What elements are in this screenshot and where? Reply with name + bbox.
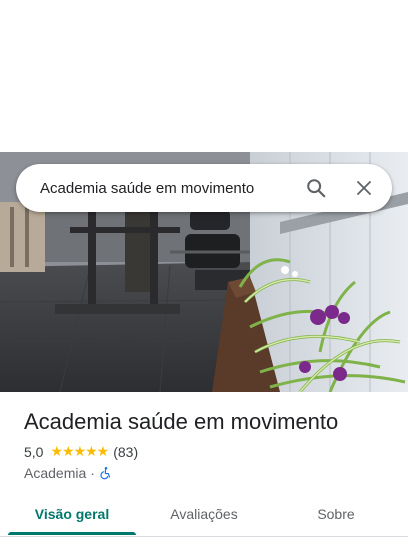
place-title: Academia saúde em movimento [24, 409, 339, 434]
tab-label: Avaliações [170, 506, 238, 522]
search-query-text[interactable]: Academia saúde em movimento [40, 180, 296, 197]
close-icon[interactable] [344, 168, 384, 208]
tab-visao-geral[interactable]: Visão geral [0, 496, 144, 535]
wheelchair-accessible-icon [99, 466, 113, 480]
search-icon[interactable] [296, 168, 336, 208]
rating-stars: ★★★★★ [50, 443, 109, 459]
rating-row[interactable]: 5,0 ★★★★★ (83) [24, 443, 138, 460]
separator-dot: · [90, 465, 95, 481]
review-count[interactable]: (83) [113, 444, 138, 460]
place-category: Academia [24, 465, 87, 481]
category-row: Academia · [24, 465, 113, 481]
tab-avaliacoes[interactable]: Avaliações [144, 496, 264, 532]
active-tab-indicator [8, 532, 136, 535]
rating-value: 5,0 [24, 443, 44, 460]
map-blank-area [0, 0, 408, 152]
tab-sobre[interactable]: Sobre [264, 496, 408, 532]
tabs-divider [0, 536, 408, 537]
search-bar[interactable]: Academia saúde em movimento [16, 164, 392, 212]
tab-label: Visão geral [34, 506, 110, 522]
place-tabs: Visão geral Avaliações Sobre [0, 496, 408, 536]
tab-label: Sobre [317, 506, 355, 522]
